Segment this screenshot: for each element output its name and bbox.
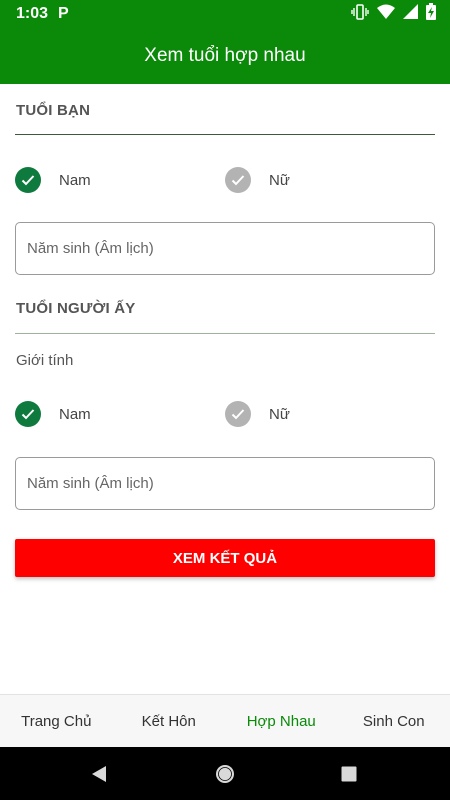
tab-home[interactable]: Trang Chủ <box>0 695 113 747</box>
partner-age-divider <box>15 333 435 334</box>
checkmark-icon <box>225 167 251 193</box>
your-gender-male-label: Nam <box>59 171 91 189</box>
recents-icon[interactable] <box>334 747 364 800</box>
partner-birth-year-input[interactable] <box>15 457 435 510</box>
checkmark-icon <box>225 401 251 427</box>
view-result-button[interactable]: XEM KẾT QUẢ <box>15 539 435 577</box>
partner-gender-female-radio[interactable]: Nữ <box>225 400 290 428</box>
checkmark-icon <box>15 167 41 193</box>
partner-gender-label: Giới tính <box>16 352 74 369</box>
partner-gender-male-radio[interactable]: Nam <box>15 400 91 428</box>
tab-marriage[interactable]: Kết Hôn <box>113 695 226 747</box>
status-icons <box>351 3 436 25</box>
tab-compatibility[interactable]: Hợp Nhau <box>225 695 338 747</box>
your-gender-male-radio[interactable]: Nam <box>15 166 91 194</box>
status-bar: 1:03 P <box>0 0 450 28</box>
system-navigation-bar <box>0 747 450 800</box>
cellular-signal-icon <box>403 4 418 24</box>
vibrate-icon <box>351 3 369 25</box>
partner-gender-female-label: Nữ <box>269 405 290 423</box>
home-icon[interactable] <box>210 747 240 800</box>
app-bar: Xem tuổi hợp nhau <box>0 28 450 84</box>
back-icon[interactable] <box>84 747 114 800</box>
checkmark-icon <box>15 401 41 427</box>
battery-charging-icon <box>426 3 436 25</box>
your-gender-female-label: Nữ <box>269 171 290 189</box>
status-time: 1:03 <box>16 5 49 22</box>
page-title: Xem tuổi hợp nhau <box>144 45 306 66</box>
wifi-icon <box>377 4 395 24</box>
tab-childbirth[interactable]: Sinh Con <box>338 695 450 747</box>
bottom-navigation: Trang Chủ Kết Hôn Hợp Nhau Sinh Con <box>0 694 450 747</box>
partner-gender-male-label: Nam <box>59 405 91 423</box>
your-age-heading: TUỔI BẠN <box>16 102 91 119</box>
partner-age-heading: TUỔI NGƯỜI ẤY <box>16 300 136 317</box>
your-age-divider <box>15 134 435 135</box>
parking-notification-icon: P <box>58 5 69 22</box>
your-birth-year-input[interactable] <box>15 222 435 275</box>
your-gender-female-radio[interactable]: Nữ <box>225 166 290 194</box>
